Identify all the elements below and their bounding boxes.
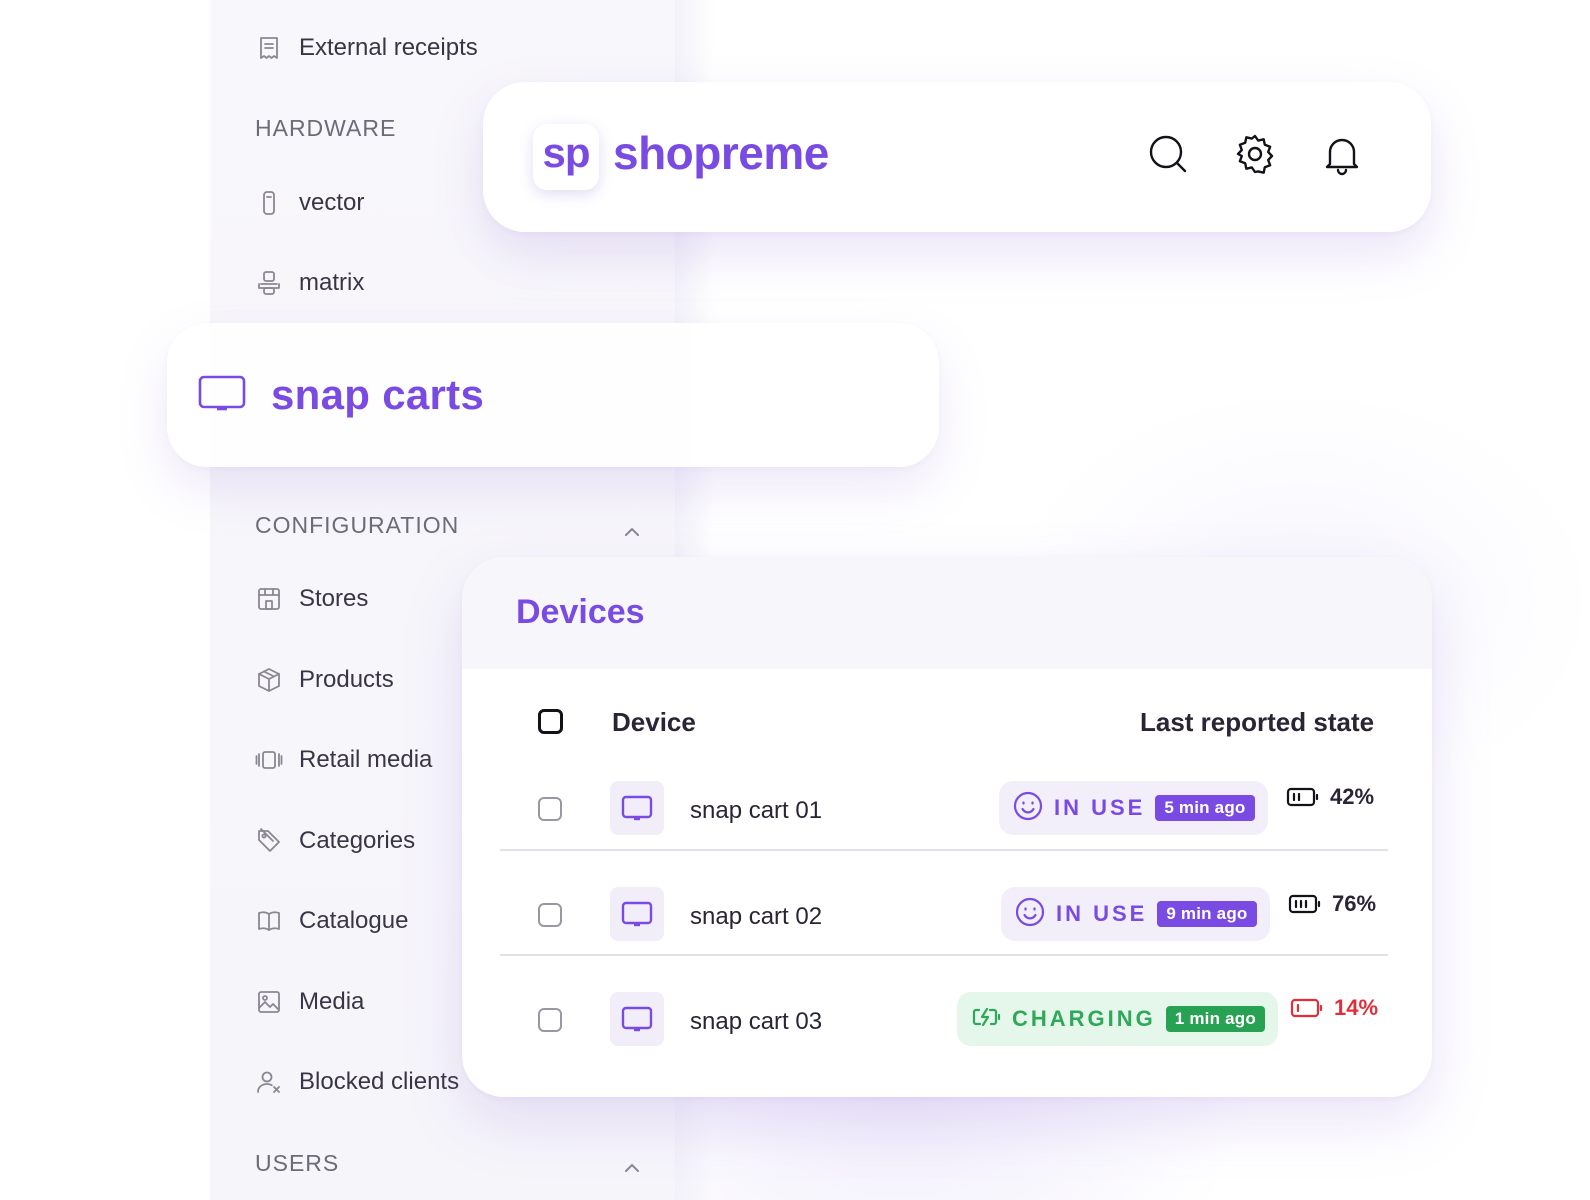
brand-name: shopreme xyxy=(613,127,829,179)
sidebar-item-label: snap carts xyxy=(271,371,485,418)
sidebar-item-label: Blocked clients xyxy=(299,1068,460,1095)
terminal-icon xyxy=(255,269,283,297)
status-text: CHARGING xyxy=(1012,1006,1156,1031)
battery-charging-icon xyxy=(970,1001,1002,1038)
time-badge: 1 min ago xyxy=(1165,1006,1265,1032)
device-name[interactable]: snap cart 02 xyxy=(690,903,822,931)
row-checkbox[interactable] xyxy=(538,797,562,821)
device-name[interactable]: snap cart 03 xyxy=(690,1008,822,1036)
sidebar-item-categories[interactable]: Categories xyxy=(255,821,415,861)
battery-percent: 42% xyxy=(1330,784,1375,809)
sidebar-item-label: Categories xyxy=(299,827,416,854)
battery-indicator: 14% xyxy=(1290,995,1378,1021)
book-icon xyxy=(255,907,283,935)
tablet-icon xyxy=(197,373,247,418)
battery-icon xyxy=(1286,787,1319,807)
sidebar-item-vector[interactable]: vector xyxy=(255,183,364,223)
tag-icon xyxy=(255,827,283,855)
battery-low-icon xyxy=(1290,998,1323,1018)
smile-icon xyxy=(1012,790,1044,827)
smile-icon xyxy=(1014,896,1046,933)
devices-panel: Devices Device Last reported state snap … xyxy=(462,557,1432,1097)
app-header: sp shopreme xyxy=(483,82,1431,232)
section-label-configuration: CONFIGURATION xyxy=(255,512,460,538)
sidebar-item-label: Products xyxy=(299,666,394,693)
sidebar-item-catalogue[interactable]: Catalogue xyxy=(255,901,408,941)
section-label-hardware: HARDWARE xyxy=(255,115,397,141)
column-header-last-state[interactable]: Last reported state xyxy=(1140,707,1374,738)
time-badge: 5 min ago xyxy=(1155,795,1255,821)
tablet-icon xyxy=(610,887,664,941)
sidebar-item-label: External receipts xyxy=(299,34,478,61)
sidebar-item-label: matrix xyxy=(299,269,365,296)
box-icon xyxy=(255,666,283,694)
status-badge: IN USE 5 min ago xyxy=(999,781,1268,835)
tablet-icon xyxy=(610,781,664,835)
battery-indicator: 42% xyxy=(1286,784,1374,810)
row-checkbox[interactable] xyxy=(538,903,562,927)
receipt-icon xyxy=(255,34,283,62)
battery-indicator: 76% xyxy=(1288,891,1376,917)
sidebar-item-label: Stores xyxy=(299,585,369,612)
gear-icon[interactable] xyxy=(1233,132,1277,176)
status-text: IN USE xyxy=(1054,795,1146,820)
brand-logo[interactable]: sp xyxy=(533,124,599,190)
sidebar-item-blocked-clients[interactable]: Blocked clients xyxy=(255,1062,459,1102)
row-divider xyxy=(500,849,1388,851)
user-blocked-icon xyxy=(255,1068,283,1096)
scanner-icon xyxy=(255,189,283,217)
sidebar-item-label: vector xyxy=(299,189,365,216)
search-icon[interactable] xyxy=(1146,132,1190,176)
battery-icon xyxy=(1288,894,1321,914)
collapse-users-icon[interactable] xyxy=(622,1158,642,1178)
sidebar-item-label: Catalogue xyxy=(299,907,409,934)
sidebar-item-retail-media[interactable]: Retail media xyxy=(255,740,432,780)
time-badge: 9 min ago xyxy=(1157,901,1257,927)
sidebar-item-products[interactable]: Products xyxy=(255,660,394,700)
carousel-icon xyxy=(255,746,283,774)
devices-title: Devices xyxy=(516,593,645,631)
bell-icon[interactable] xyxy=(1320,132,1364,176)
sidebar-item-label: Media xyxy=(299,988,365,1015)
collapse-configuration-icon[interactable] xyxy=(622,522,642,542)
sidebar-item-snap-carts-selected[interactable]: snap carts xyxy=(167,323,939,467)
section-label-users: USERS xyxy=(255,1150,340,1176)
sidebar-item-media[interactable]: Media xyxy=(255,982,364,1022)
store-icon xyxy=(255,585,283,613)
row-checkbox[interactable] xyxy=(538,1008,562,1032)
column-header-device[interactable]: Device xyxy=(612,707,696,738)
image-icon xyxy=(255,988,283,1016)
select-all-checkbox[interactable] xyxy=(538,709,563,734)
devices-panel-header: Devices xyxy=(462,557,1432,669)
status-badge: IN USE 9 min ago xyxy=(1001,887,1270,941)
battery-percent: 14% xyxy=(1334,995,1379,1020)
sidebar-item-external-receipts[interactable]: External receipts xyxy=(255,28,478,68)
status-badge: CHARGING 1 min ago xyxy=(957,992,1278,1046)
tablet-icon xyxy=(610,992,664,1046)
sidebar-item-label: Retail media xyxy=(299,746,433,773)
status-text: IN USE xyxy=(1056,901,1148,926)
row-divider xyxy=(500,954,1388,956)
battery-percent: 76% xyxy=(1332,891,1377,916)
device-name[interactable]: snap cart 01 xyxy=(690,797,822,825)
sidebar-item-stores[interactable]: Stores xyxy=(255,579,368,619)
sidebar-item-matrix[interactable]: matrix xyxy=(255,263,364,303)
